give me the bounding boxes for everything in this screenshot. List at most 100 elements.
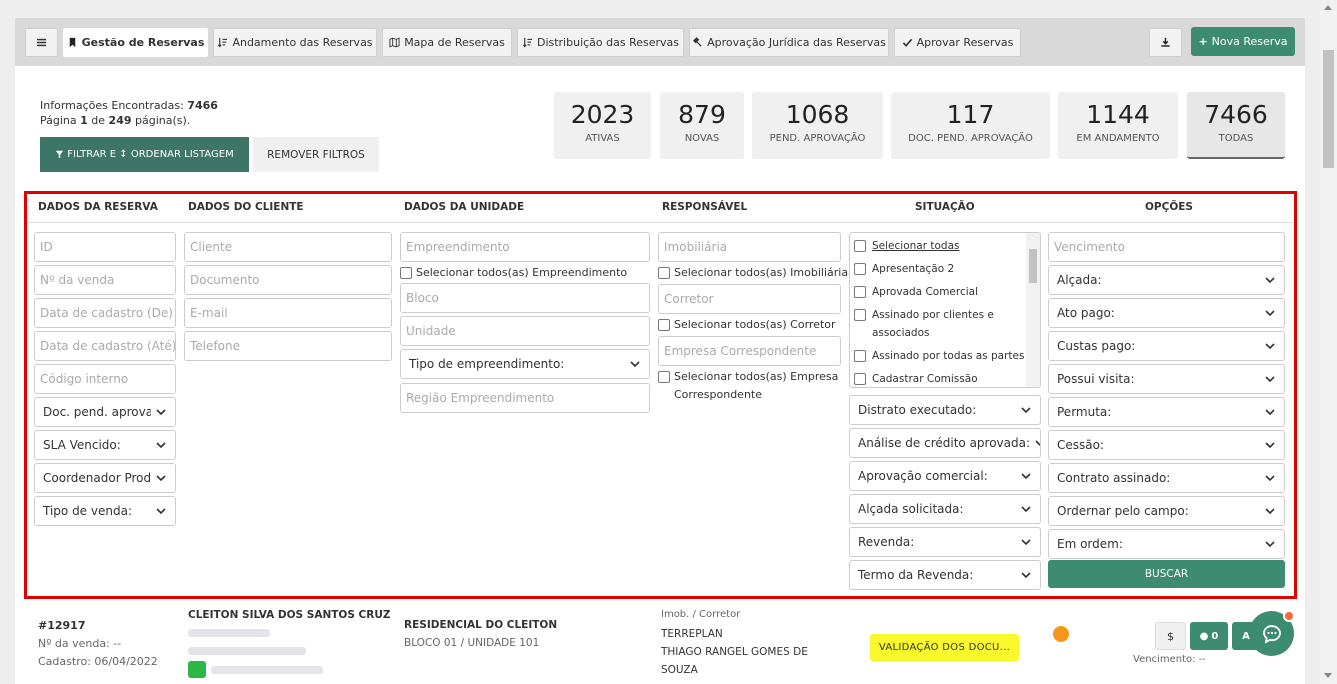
filter-icon <box>56 150 64 159</box>
checkbox[interactable] <box>854 350 866 362</box>
select-value: Doc. pend. aprovação <box>43 405 151 419</box>
stat-ativas[interactable]: 2023 ATIVAS <box>554 92 651 159</box>
situation-option[interactable]: Aprovada Comercial <box>854 283 978 301</box>
unit-input[interactable]: Unidade <box>400 316 650 346</box>
select-value: Análise de crédito aprovada: <box>858 436 1031 450</box>
project-type-select[interactable]: Tipo de empreendimento: <box>400 349 650 379</box>
checkbox[interactable] <box>658 319 670 331</box>
select-all-empreendimento[interactable]: Selecionar todos(as) Empreendimento <box>400 264 627 282</box>
stat-em-andamento[interactable]: 1144 EM ANDAMENTO <box>1058 92 1178 159</box>
checkbox[interactable] <box>854 373 866 385</box>
internal-code-input[interactable]: Código interno <box>34 364 176 394</box>
tab-aprovar-reservas[interactable]: Aprovar Reservas <box>894 28 1021 57</box>
page-line: Página 1 de 249 página(s). <box>40 113 218 128</box>
act-paid-select[interactable]: Ato pago: <box>1048 298 1285 328</box>
situation-option[interactable]: Apresentação 2 <box>854 260 954 278</box>
scroll-thumb[interactable] <box>1029 249 1037 283</box>
filter-sort-button[interactable]: FILTRAR E ↕ ORDENAR LISTAGEM <box>40 137 249 172</box>
block-input[interactable]: Bloco <box>400 283 650 313</box>
checkbox[interactable] <box>854 286 866 298</box>
alcada-requested-select[interactable]: Alçada solicitada: <box>849 494 1041 524</box>
doc-pend-select[interactable]: Doc. pend. aprovação <box>34 397 176 427</box>
status-badge[interactable]: VALIDAÇÃO DOS DOCU... <box>870 634 1019 661</box>
client-name[interactable]: CLEITON SILVA DOS SANTOS CRUZ <box>188 609 391 621</box>
contract-signed-select[interactable]: Contrato assinado: <box>1048 463 1285 493</box>
page-current: 1 <box>80 114 88 127</box>
region-input[interactable]: Região Empreendimento <box>400 383 650 413</box>
scroll-up-arrow[interactable] <box>1324 5 1332 10</box>
situation-option[interactable]: Selecionar todas <box>854 237 959 255</box>
new-reservation-button[interactable]: + Nova Reserva <box>1191 27 1295 56</box>
company-input[interactable]: Empresa Correspondente <box>658 336 841 366</box>
date-to-input[interactable]: Data de cadastro (Até) <box>34 331 176 361</box>
stat-label: DOC. PEND. APROVAÇÃO <box>908 133 1033 144</box>
order-direction-select[interactable]: Em ordem: <box>1048 529 1285 559</box>
id-input[interactable]: ID <box>34 232 176 262</box>
commercial-approval-select[interactable]: Aprovação comercial: <box>849 461 1041 491</box>
scroll-thumb[interactable] <box>1323 50 1334 168</box>
sla-select[interactable]: SLA Vencido: <box>34 430 176 460</box>
coordinator-select[interactable]: Coordenador Produto <box>34 463 176 493</box>
tab-distribuicao-reservas[interactable]: Distribuição das Reservas <box>517 28 684 57</box>
document-input[interactable]: Documento <box>184 265 392 295</box>
cession-select[interactable]: Cessão: <box>1048 430 1285 460</box>
select-all-imobiliaria[interactable]: Selecionar todos(as) Imobiliária <box>658 264 848 282</box>
chevron-down-icon <box>1265 310 1275 317</box>
tab-aprovacao-juridica[interactable]: Aprovação Jurídica das Reservas <box>689 28 889 57</box>
due-date-input[interactable]: Vencimento <box>1048 232 1285 262</box>
tab-andamento-reservas[interactable]: Andamento das Reservas <box>213 28 377 57</box>
checkbox[interactable] <box>854 240 866 252</box>
menu-button[interactable] <box>25 28 58 57</box>
client-input[interactable]: Cliente <box>184 232 392 262</box>
credit-analysis-select[interactable]: Análise de crédito aprovada: <box>849 428 1041 458</box>
checkbox[interactable] <box>400 267 412 279</box>
stat-doc-pend-aprovacao[interactable]: 117 DOC. PEND. APROVAÇÃO <box>891 92 1050 159</box>
download-button[interactable] <box>1149 28 1182 57</box>
alcada-select[interactable]: Alçada: <box>1048 265 1285 295</box>
download-icon <box>1161 37 1170 47</box>
chevron-down-icon <box>1265 409 1275 416</box>
tab-gestao-reservas[interactable]: Gestão de Reservas <box>63 28 208 57</box>
phone-input[interactable]: Telefone <box>184 331 392 361</box>
checkbox[interactable] <box>658 267 670 279</box>
exchange-select[interactable]: Permuta: <box>1048 397 1285 427</box>
revenda-term-select[interactable]: Termo da Revenda: <box>849 560 1041 590</box>
remove-filters-button[interactable]: REMOVER FILTROS <box>253 137 379 172</box>
costs-paid-select[interactable]: Custas pago: <box>1048 331 1285 361</box>
empreendimento-input[interactable]: Empreendimento <box>400 232 650 262</box>
tab-mapa-reservas[interactable]: Mapa de Reservas <box>382 28 512 57</box>
date-from-input[interactable]: Data de cadastro (De) <box>34 298 176 328</box>
financial-button[interactable]: $ <box>1155 622 1186 650</box>
search-button[interactable]: BUSCAR <box>1048 560 1285 588</box>
stat-todas[interactable]: 7466 TODAS <box>1187 92 1285 159</box>
comments-button[interactable]: ● 0 <box>1190 622 1228 650</box>
situation-option[interactable]: Assinado por clientes e associados <box>854 306 1014 342</box>
distrato-select[interactable]: Distrato executado: <box>849 395 1041 425</box>
stat-pend-aprovacao[interactable]: 1068 PEND. APROVAÇÃO <box>752 92 883 159</box>
reservation-id[interactable]: #12917 <box>38 619 86 632</box>
checkbox[interactable] <box>854 309 866 321</box>
situation-option[interactable]: Assinado por todas as partes <box>854 347 1024 365</box>
situation-scrollbar[interactable] <box>1026 233 1040 387</box>
sale-number-input[interactable]: Nº da venda <box>34 265 176 295</box>
whatsapp-icon[interactable] <box>188 661 206 678</box>
chevron-down-icon <box>1021 572 1031 579</box>
scroll-down-arrow[interactable] <box>1324 673 1332 678</box>
broker-input[interactable]: Corretor <box>658 284 841 314</box>
situation-list[interactable]: Selecionar todas Apresentação 2 Aprovada… <box>849 232 1041 388</box>
comment-icon: ● <box>1199 630 1209 642</box>
stat-novas[interactable]: 879 NOVAS <box>660 92 744 159</box>
select-all-corretor[interactable]: Selecionar todos(as) Corretor <box>658 316 836 334</box>
situation-option[interactable]: Cadastrar Comissão <box>854 370 978 387</box>
checkbox[interactable] <box>658 371 670 383</box>
select-all-empresa[interactable]: Selecionar todos(as) Empresa Corresponde… <box>658 368 843 404</box>
email-input[interactable]: E-mail <box>184 298 392 328</box>
stat-label: EM ANDAMENTO <box>1076 133 1160 144</box>
imobiliaria-input[interactable]: Imobiliária <box>658 232 841 262</box>
page-scrollbar[interactable] <box>1320 0 1337 684</box>
order-field-select[interactable]: Ordernar pelo campo: <box>1048 496 1285 526</box>
sale-type-select[interactable]: Tipo de venda: <box>34 496 176 526</box>
checkbox[interactable] <box>854 263 866 275</box>
revenda-select[interactable]: Revenda: <box>849 527 1041 557</box>
visit-select[interactable]: Possui visita: <box>1048 364 1285 394</box>
